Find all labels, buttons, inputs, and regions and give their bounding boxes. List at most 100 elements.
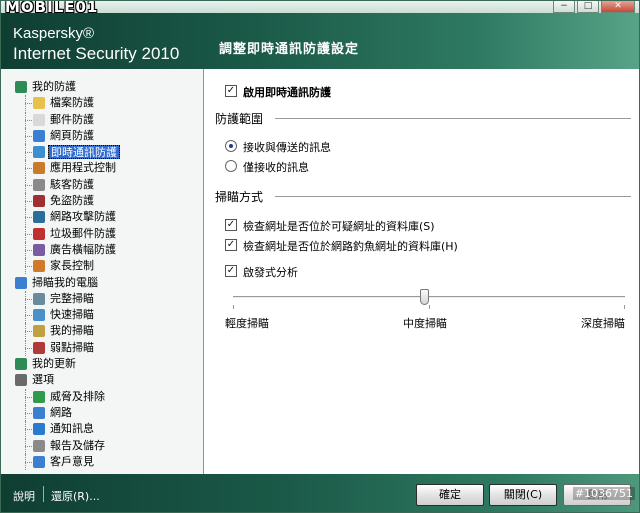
- sidebar-item-label: 家長控制: [50, 259, 94, 273]
- sidebar-item-label: 我的防護: [32, 80, 76, 93]
- sidebar-item-label: 網頁防護: [50, 128, 94, 142]
- globe-network-icon: [33, 406, 45, 419]
- sidebar-item[interactable]: 廣告橫幅防護: [5, 241, 201, 259]
- slider-level-deep: 深度掃瞄: [581, 317, 625, 330]
- close-button[interactable]: 關閉(C): [489, 484, 557, 506]
- slider-tick: [624, 305, 625, 309]
- sidebar-item-label: 報告及儲存: [50, 438, 105, 452]
- suspicious-url-checkbox[interactable]: ✓: [225, 219, 237, 231]
- enable-im-protection-checkbox[interactable]: ✓: [225, 85, 237, 97]
- sidebar-item[interactable]: 駭客防護: [5, 176, 201, 194]
- sidebar-item[interactable]: 網路: [5, 404, 201, 422]
- scan-level-slider-thumb[interactable]: [420, 289, 429, 305]
- lock-icon: [33, 195, 45, 208]
- gear-icon: [15, 374, 27, 387]
- kaspersky-settings-window: MOBILE01 − □ ✕ Kaspersky® Internet Secur…: [0, 0, 640, 513]
- banner-icon: [33, 243, 45, 256]
- sidebar-item[interactable]: 通知訊息: [5, 421, 201, 438]
- sidebar-item-label: 快速掃瞄: [50, 308, 94, 322]
- watermark-id: #1036751: [572, 487, 635, 500]
- spam-icon: [33, 227, 45, 240]
- sidebar-item[interactable]: 免盜防護: [5, 193, 201, 210]
- restore-link[interactable]: 還原(R)...: [51, 488, 100, 504]
- sidebar-item[interactable]: 我的防護: [5, 79, 201, 95]
- parental-icon: [33, 260, 45, 273]
- sidebar-item-label: 客戶意見: [50, 454, 94, 468]
- sidebar-item[interactable]: 快速掃瞄: [5, 307, 201, 324]
- folder-icon: [33, 97, 45, 110]
- phishing-url-label: 檢查網址是否位於網路釣魚網址的資料庫(H): [243, 240, 458, 253]
- minimize-button[interactable]: −: [553, 1, 575, 13]
- slider-tick: [429, 305, 430, 309]
- scan-vuln-icon: [33, 341, 45, 354]
- sidebar-item[interactable]: 垃圾郵件防護: [5, 225, 201, 242]
- sidebar-item[interactable]: 應用程式控制: [5, 160, 201, 177]
- slider-tick: [233, 305, 234, 309]
- sidebar-item[interactable]: 郵件防護: [5, 111, 201, 128]
- sidebar-item[interactable]: 掃瞄我的電腦: [5, 275, 201, 291]
- sidebar-item-label: 完整掃瞄: [50, 291, 94, 305]
- scope-option-send-receive: 接收與傳送的訊息: [243, 141, 331, 154]
- sidebar-item-label: 郵件防護: [50, 112, 94, 126]
- scan-quick-icon: [33, 309, 45, 322]
- sidebar-item[interactable]: 網頁防護: [5, 127, 201, 145]
- scope-option-receive-only: 僅接收的訊息: [243, 161, 309, 174]
- globe-icon: [33, 129, 45, 142]
- maximize-button[interactable]: □: [577, 1, 599, 13]
- sidebar-item-label: 即時通訊防護: [48, 145, 120, 160]
- sidebar-item-label: 網路攻擊防護: [50, 210, 116, 224]
- envelope-icon: [33, 113, 45, 126]
- sidebar-item[interactable]: 客戶意見: [5, 453, 201, 471]
- phishing-url-checkbox[interactable]: ✓: [225, 239, 237, 251]
- chat-icon: [33, 146, 45, 159]
- feedback-icon: [33, 455, 45, 468]
- sidebar-item-label: 掃瞄我的電腦: [32, 275, 98, 289]
- suspicious-url-label: 檢查網址是否位於可疑網址的資料庫(S): [243, 220, 435, 233]
- sidebar-item-label: 廣告橫幅防護: [50, 242, 116, 256]
- sidebar-item-label: 垃圾郵件防護: [50, 226, 116, 240]
- scope-radio-receive-only[interactable]: [225, 160, 237, 172]
- sidebar-item[interactable]: 檔案防護: [5, 95, 201, 112]
- scope-radio-send-receive[interactable]: [225, 140, 237, 152]
- header-banner: Kaspersky® Internet Security 2010 調整即時通訊…: [1, 13, 639, 69]
- network-icon: [33, 211, 45, 224]
- info-icon: [33, 423, 45, 436]
- scope-divider: [275, 118, 631, 119]
- sidebar-item-label: 我的掃瞄: [50, 324, 94, 338]
- sidebar-item[interactable]: 家長控制: [5, 258, 201, 275]
- apps-icon: [33, 162, 45, 175]
- window-controls: − □ ✕: [553, 1, 635, 13]
- help-link[interactable]: 說明: [13, 488, 35, 504]
- title-bar: MOBILE01 − □ ✕: [1, 1, 639, 16]
- scan-full-icon: [33, 292, 45, 305]
- magnifier-icon: [15, 276, 27, 289]
- ok-button[interactable]: 確定: [416, 484, 484, 506]
- sidebar-item[interactable]: 威脅及排除: [5, 388, 201, 405]
- sidebar-item[interactable]: 我的掃瞄: [5, 323, 201, 340]
- sidebar-item[interactable]: 報告及儲存: [5, 437, 201, 454]
- scan-level-slider-track[interactable]: [233, 296, 625, 298]
- brand-name: Kaspersky®: [13, 25, 95, 42]
- sidebar-item-label: 威脅及排除: [50, 389, 105, 403]
- sidebar-item[interactable]: 我的更新: [5, 356, 201, 372]
- update-icon: [15, 358, 27, 371]
- sidebar-item-label: 駭客防護: [50, 177, 94, 191]
- slider-level-medium: 中度掃瞄: [403, 317, 447, 330]
- sidebar-item[interactable]: 網路攻擊防護: [5, 209, 201, 226]
- sidebar-item-label: 檔案防護: [50, 96, 94, 110]
- sidebar-item[interactable]: 弱點掃瞄: [5, 339, 201, 357]
- heuristic-analysis-checkbox[interactable]: ✓: [225, 265, 237, 277]
- sidebar-item-label: 免盜防護: [50, 194, 94, 208]
- sidebar-item[interactable]: 即時通訊防護: [5, 144, 201, 161]
- scope-section-title: 防護範圍: [215, 112, 264, 126]
- scan-section-title: 掃瞄方式: [215, 190, 264, 204]
- footer-bar: 說明 還原(R)... 確定 關閉(C) 套用 #1036751: [1, 474, 639, 512]
- sidebar-item[interactable]: 完整掃瞄: [5, 290, 201, 308]
- sidebar-item-label: 弱點掃瞄: [50, 340, 94, 354]
- sidebar-item-label: 應用程式控制: [50, 161, 116, 175]
- navigation-tree: 我的防護檔案防護郵件防護網頁防護即時通訊防護 應用程式控制 駭客防護免盜防護網路攻擊…: [1, 69, 204, 474]
- product-name: Internet Security 2010: [13, 44, 180, 63]
- sidebar-item[interactable]: 選項: [5, 372, 201, 388]
- close-window-button[interactable]: ✕: [601, 1, 635, 13]
- tree-items: 我的防護檔案防護郵件防護網頁防護即時通訊防護 應用程式控制 駭客防護免盜防護網路攻擊…: [5, 79, 201, 471]
